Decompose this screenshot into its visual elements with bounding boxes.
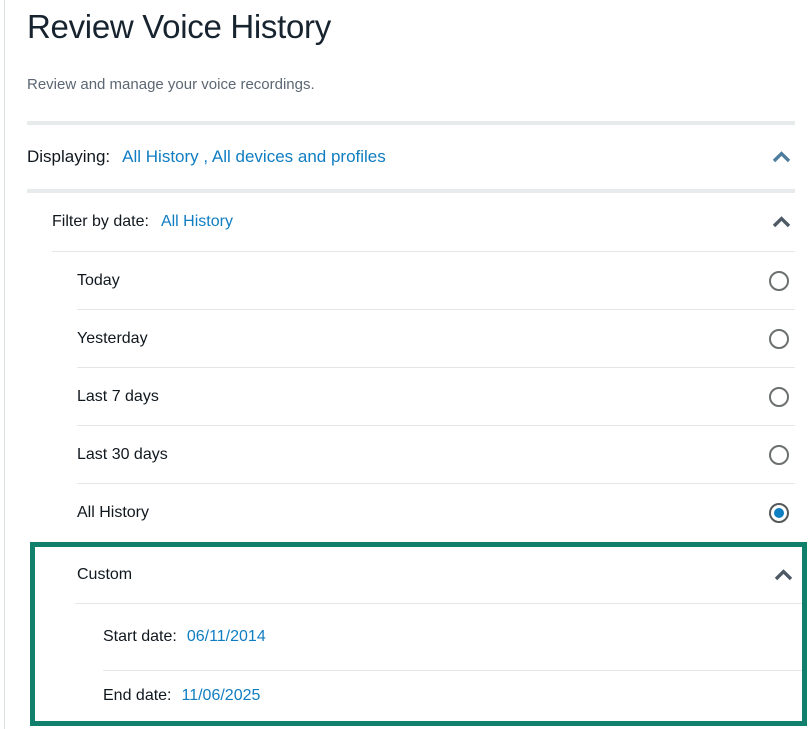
radio-button[interactable] — [769, 445, 789, 465]
filter-selected-value-link[interactable]: All History — [161, 213, 233, 231]
filter-option-yesterday[interactable]: Yesterday — [77, 310, 795, 367]
radio-button-selected[interactable] — [769, 503, 789, 523]
start-date-label: Start date: — [103, 628, 177, 646]
end-date-row: End date: 11/06/2025 — [35, 671, 802, 721]
filter-by-date-label: Filter by date: — [52, 213, 149, 231]
custom-date-highlight-box: Custom Start date: 06/11/2014 End date: … — [30, 542, 807, 726]
filter-option-last-30-days[interactable]: Last 30 days — [77, 426, 795, 483]
filter-by-date-header[interactable]: Filter by date: All History — [52, 193, 795, 251]
filter-options-list: Today Yesterday Last 7 days Last 30 days — [77, 252, 795, 541]
voice-history-page: Review Voice History Review and manage y… — [0, 6, 809, 729]
radio-button[interactable] — [769, 387, 789, 407]
displaying-header[interactable]: Displaying: All History , All devices an… — [27, 125, 795, 189]
chevron-up-icon[interactable] — [772, 151, 791, 163]
end-date-value-link[interactable]: 11/06/2025 — [182, 687, 261, 705]
page-subtitle: Review and manage your voice recordings. — [27, 76, 795, 94]
filter-option-today[interactable]: Today — [77, 252, 795, 309]
custom-label: Custom — [77, 566, 132, 584]
option-label: All History — [77, 504, 149, 522]
radio-button[interactable] — [769, 329, 789, 349]
end-date-label: End date: — [103, 687, 172, 705]
option-label: Today — [77, 272, 120, 290]
chevron-up-icon[interactable] — [772, 216, 791, 228]
option-label: Last 30 days — [77, 446, 168, 464]
displaying-label: Displaying: — [27, 147, 110, 167]
start-date-value-link[interactable]: 06/11/2014 — [187, 628, 266, 646]
page-title: Review Voice History — [27, 6, 795, 48]
filter-section: Filter by date: All History Today Yester… — [52, 193, 795, 541]
filter-option-all-history[interactable]: All History — [77, 484, 795, 541]
option-label: Yesterday — [77, 330, 148, 348]
filter-option-last-7-days[interactable]: Last 7 days — [77, 368, 795, 425]
custom-header[interactable]: Custom — [35, 547, 802, 603]
option-label: Last 7 days — [77, 388, 159, 406]
chevron-up-icon[interactable] — [774, 569, 793, 581]
displaying-value-link[interactable]: All History , All devices and profiles — [122, 147, 386, 167]
radio-button[interactable] — [769, 271, 789, 291]
start-date-row: Start date: 06/11/2014 — [35, 604, 802, 670]
